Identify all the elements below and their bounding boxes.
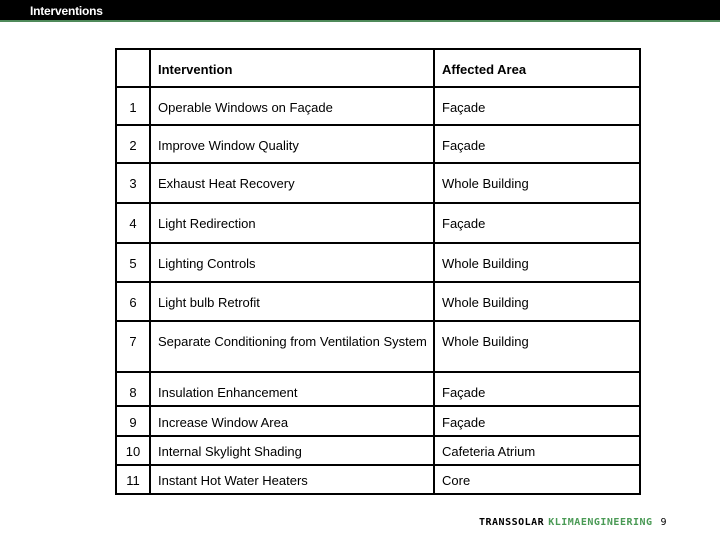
table-row: 2 Improve Window Quality Façade xyxy=(115,124,641,164)
row-area: Whole Building xyxy=(433,162,641,204)
row-intervention: Improve Window Quality xyxy=(149,124,435,164)
row-num: 3 xyxy=(115,162,151,204)
row-num: 8 xyxy=(115,371,151,407)
table-row: 4 Light Redirection Façade xyxy=(115,202,641,244)
row-num: 6 xyxy=(115,281,151,322)
page-number: 9 xyxy=(660,517,668,528)
row-num: 4 xyxy=(115,202,151,244)
table-row: 6 Light bulb Retrofit Whole Building xyxy=(115,281,641,322)
table-row: 11 Instant Hot Water Heaters Core xyxy=(115,464,641,495)
row-num: 9 xyxy=(115,405,151,437)
table-header-row: Intervention Affected Area xyxy=(115,48,641,88)
row-intervention: Exhaust Heat Recovery xyxy=(149,162,435,204)
row-num: 2 xyxy=(115,124,151,164)
row-num: 7 xyxy=(115,320,151,373)
row-area: Cafeteria Atrium xyxy=(433,435,641,466)
row-area: Façade xyxy=(433,405,641,437)
row-intervention: Lighting Controls xyxy=(149,242,435,283)
header-affected-area: Affected Area xyxy=(433,48,641,88)
title-bar: Interventions xyxy=(0,0,720,22)
row-intervention: Increase Window Area xyxy=(149,405,435,437)
interventions-table: Intervention Affected Area 1 Operable Wi… xyxy=(115,48,641,495)
table-row: 8 Insulation Enhancement Façade xyxy=(115,371,641,407)
row-intervention: Light bulb Retrofit xyxy=(149,281,435,322)
table-row: 1 Operable Windows on Façade Façade xyxy=(115,86,641,126)
table-row: 5 Lighting Controls Whole Building xyxy=(115,242,641,283)
table-row: 9 Increase Window Area Façade xyxy=(115,405,641,437)
row-area: Whole Building xyxy=(433,281,641,322)
row-area: Façade xyxy=(433,371,641,407)
row-area: Façade xyxy=(433,124,641,164)
row-intervention: Separate Conditioning from Ventilation S… xyxy=(149,320,435,373)
footer-branding: TRANSSOLAR KLIMAENGINEERING 9 xyxy=(479,517,667,528)
row-area: Façade xyxy=(433,86,641,126)
table-row: 10 Internal Skylight Shading Cafeteria A… xyxy=(115,435,641,466)
row-intervention: Instant Hot Water Heaters xyxy=(149,464,435,495)
header-intervention: Intervention xyxy=(149,48,435,88)
row-area: Façade xyxy=(433,202,641,244)
brand-secondary: KLIMAENGINEERING xyxy=(548,517,653,528)
row-area: Whole Building xyxy=(433,242,641,283)
row-num: 10 xyxy=(115,435,151,466)
row-intervention: Internal Skylight Shading xyxy=(149,435,435,466)
row-area: Whole Building xyxy=(433,320,641,373)
page-title: Interventions xyxy=(30,4,103,18)
brand-primary: TRANSSOLAR xyxy=(479,517,545,528)
row-intervention: Light Redirection xyxy=(149,202,435,244)
row-intervention: Operable Windows on Façade xyxy=(149,86,435,126)
table-row: 7 Separate Conditioning from Ventilation… xyxy=(115,320,641,373)
row-intervention: Insulation Enhancement xyxy=(149,371,435,407)
row-area: Core xyxy=(433,464,641,495)
table-row: 3 Exhaust Heat Recovery Whole Building xyxy=(115,162,641,204)
row-num: 11 xyxy=(115,464,151,495)
header-num xyxy=(115,48,151,88)
row-num: 5 xyxy=(115,242,151,283)
row-num: 1 xyxy=(115,86,151,126)
